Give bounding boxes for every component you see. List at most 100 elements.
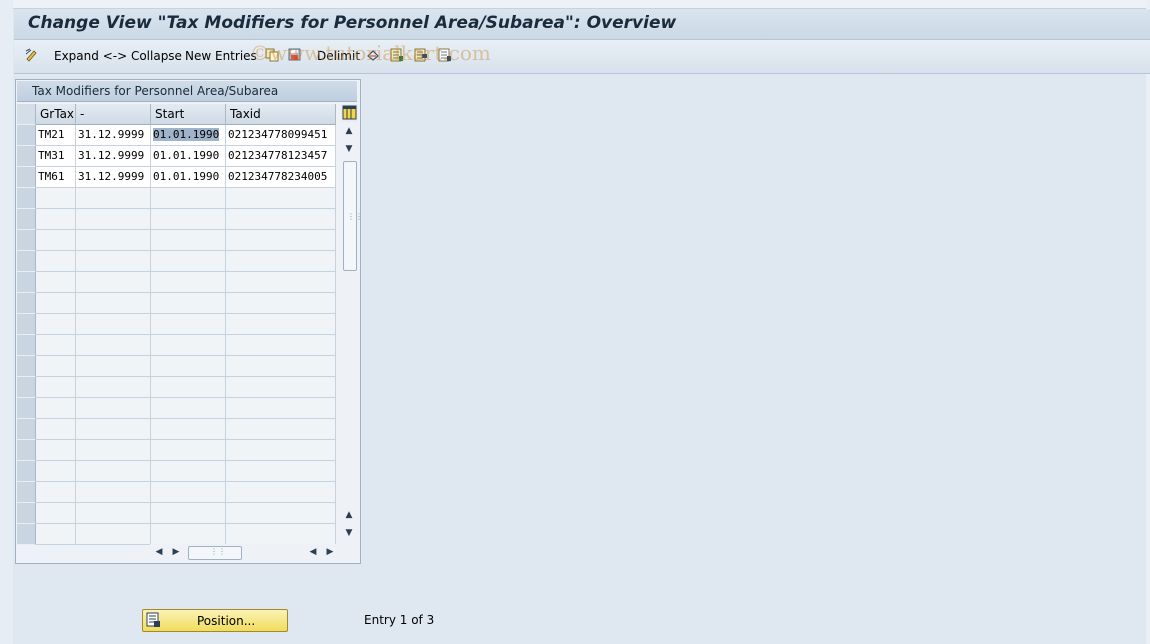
empty-cell[interactable] — [151, 524, 226, 545]
empty-cell[interactable] — [36, 524, 76, 545]
empty-cell[interactable] — [226, 251, 336, 272]
table-cell[interactable]: 31.12.9999 — [76, 125, 151, 146]
row-selector[interactable] — [17, 440, 36, 461]
empty-cell[interactable] — [226, 524, 336, 545]
row-selector[interactable] — [17, 398, 36, 419]
row-selector[interactable] — [17, 335, 36, 356]
empty-cell[interactable] — [76, 314, 151, 335]
empty-cell[interactable] — [226, 335, 336, 356]
empty-cell[interactable] — [36, 272, 76, 293]
table-cell[interactable]: TM31 — [36, 146, 76, 167]
table-cell[interactable]: 01.01.1990 — [151, 167, 226, 188]
vertical-scroll-thumb[interactable]: ⋮⋮ — [343, 161, 363, 271]
row-selector[interactable] — [17, 314, 36, 335]
empty-cell[interactable] — [226, 503, 336, 524]
column-header[interactable]: - — [76, 104, 151, 125]
empty-cell[interactable] — [36, 398, 76, 419]
scroll-right-icon[interactable]: ▶ — [171, 546, 181, 558]
empty-cell[interactable] — [76, 209, 151, 230]
empty-cell[interactable] — [151, 440, 226, 461]
empty-cell[interactable] — [151, 188, 226, 209]
empty-cell[interactable] — [151, 461, 226, 482]
empty-cell[interactable] — [36, 314, 76, 335]
row-selector[interactable] — [17, 272, 36, 293]
copy-icon[interactable] — [265, 48, 279, 62]
empty-cell[interactable] — [76, 188, 151, 209]
row-selector[interactable] — [17, 146, 36, 167]
empty-cell[interactable] — [151, 209, 226, 230]
row-selector[interactable] — [17, 503, 36, 524]
empty-cell[interactable] — [226, 356, 336, 377]
row-selector[interactable] — [17, 356, 36, 377]
select-all-icon[interactable] — [390, 48, 404, 62]
empty-cell[interactable] — [226, 461, 336, 482]
empty-cell[interactable] — [151, 377, 226, 398]
empty-cell[interactable] — [36, 377, 76, 398]
empty-cell[interactable] — [226, 272, 336, 293]
empty-cell[interactable] — [226, 419, 336, 440]
empty-cell[interactable] — [151, 251, 226, 272]
empty-cell[interactable] — [76, 524, 151, 545]
empty-cell[interactable] — [151, 335, 226, 356]
empty-cell[interactable] — [36, 503, 76, 524]
empty-cell[interactable] — [76, 461, 151, 482]
scroll-left-end-icon[interactable]: ◀ — [308, 546, 318, 558]
empty-cell[interactable] — [76, 356, 151, 377]
scroll-right-end-icon[interactable]: ▶ — [325, 546, 335, 558]
empty-cell[interactable] — [36, 419, 76, 440]
empty-cell[interactable] — [226, 293, 336, 314]
horizontal-scroll-thumb[interactable]: ⋮⋮ — [188, 546, 242, 560]
expand-collapse-button[interactable]: Expand <-> Collapse — [54, 49, 182, 63]
empty-cell[interactable] — [226, 230, 336, 251]
empty-cell[interactable] — [76, 272, 151, 293]
empty-cell[interactable] — [226, 398, 336, 419]
empty-cell[interactable] — [36, 356, 76, 377]
row-selector[interactable] — [17, 188, 36, 209]
empty-cell[interactable] — [76, 251, 151, 272]
vertical-scrollbar[interactable]: ▲ ▼ ⋮⋮ ▲ ▼ — [341, 123, 363, 543]
empty-cell[interactable] — [76, 335, 151, 356]
empty-cell[interactable] — [36, 188, 76, 209]
column-header[interactable]: GrTax — [36, 104, 76, 125]
row-selector[interactable] — [17, 167, 36, 188]
empty-cell[interactable] — [36, 335, 76, 356]
row-selector[interactable] — [17, 293, 36, 314]
table-cell[interactable]: 01.01.1990 — [151, 125, 226, 146]
column-header[interactable]: Start — [151, 104, 226, 125]
empty-cell[interactable] — [226, 209, 336, 230]
table-cell[interactable]: 021234778123457 — [226, 146, 336, 167]
empty-cell[interactable] — [36, 293, 76, 314]
empty-cell[interactable] — [36, 209, 76, 230]
scroll-up-page-icon[interactable]: ▲ — [343, 509, 355, 521]
row-selector[interactable] — [17, 419, 36, 440]
position-button[interactable]: Position... — [142, 609, 288, 632]
empty-cell[interactable] — [36, 461, 76, 482]
empty-cell[interactable] — [151, 503, 226, 524]
empty-cell[interactable] — [76, 482, 151, 503]
undo-icon[interactable] — [366, 48, 380, 62]
delimit-button[interactable]: Delimit — [317, 49, 360, 63]
empty-cell[interactable] — [226, 440, 336, 461]
table-cell[interactable]: 01.01.1990 — [151, 146, 226, 167]
select-all-rows-button[interactable] — [17, 104, 36, 125]
empty-cell[interactable] — [76, 377, 151, 398]
table-cell[interactable]: TM21 — [36, 125, 76, 146]
empty-cell[interactable] — [36, 482, 76, 503]
row-selector[interactable] — [17, 125, 36, 146]
empty-cell[interactable] — [76, 293, 151, 314]
table-settings-icon[interactable] — [341, 104, 358, 122]
empty-cell[interactable] — [76, 419, 151, 440]
row-selector[interactable] — [17, 524, 36, 545]
table-cell[interactable]: TM61 — [36, 167, 76, 188]
table-cell[interactable]: 021234778099451 — [226, 125, 336, 146]
empty-cell[interactable] — [226, 377, 336, 398]
row-selector[interactable] — [17, 482, 36, 503]
horizontal-scrollbar[interactable]: ◀ ▶ ⋮⋮ ◀ ▶ — [150, 544, 340, 560]
column-header[interactable]: Taxid — [226, 104, 336, 125]
edit-toggle-icon[interactable] — [25, 48, 39, 62]
table-cell[interactable]: 31.12.9999 — [76, 146, 151, 167]
scroll-down-page-icon[interactable]: ▼ — [343, 143, 355, 155]
empty-cell[interactable] — [151, 356, 226, 377]
empty-cell[interactable] — [226, 314, 336, 335]
empty-cell[interactable] — [36, 440, 76, 461]
